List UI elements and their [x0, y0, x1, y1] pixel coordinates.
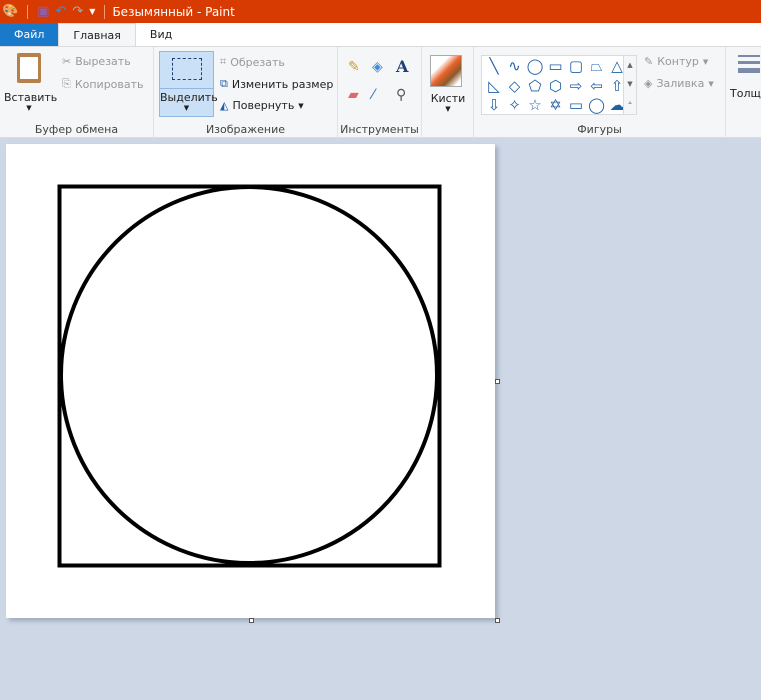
brushes-label: Кисти — [430, 92, 466, 105]
clipboard-group-label: Буфер обмена — [34, 123, 119, 136]
shapes-group: ╲ ∿ ◯ ▭ ▢ ⏢ △ ◺ ◇ ⬠ ⬡ ⇨ ⇦ ⇧ ⇩ ✧ ☆ ✡ ▭ ◯ ☁ ▲ ▼ ⩡ ✎ Контур ▼ ◈ За… — [474, 47, 726, 138]
outline-icon: ✎ — [644, 55, 654, 68]
shape-item[interactable]: ◇ — [505, 77, 525, 96]
shape-item[interactable]: ∿ — [505, 57, 525, 76]
resize-button[interactable]: ⧉ Изменить размер — [220, 77, 333, 91]
resize-handle-right[interactable] — [495, 379, 500, 384]
crop-button[interactable]: ⌗ Обрезать — [220, 55, 285, 69]
cut-button[interactable]: ✂ Вырезать — [62, 55, 131, 68]
size-button[interactable]: Толщ — [730, 55, 761, 100]
crop-icon: ⌗ — [220, 55, 227, 68]
gallery-scrollbar[interactable]: ▲ ▼ ⩡ — [623, 55, 637, 115]
scroll-down-icon[interactable]: ▼ — [624, 75, 636, 94]
customize-quick-access-icon[interactable]: ▼ — [89, 7, 95, 16]
brush-icon — [430, 55, 462, 87]
brushes-group: Кисти ▼ — [422, 47, 474, 138]
shape-item[interactable]: ⬡ — [546, 77, 566, 96]
resize-handle-corner[interactable] — [495, 618, 500, 623]
scissors-icon: ✂ — [62, 55, 72, 68]
outline-button[interactable]: ✎ Контур ▼ — [644, 55, 708, 68]
dropdown-arrow-icon: ▼ — [702, 57, 709, 66]
dropdown-arrow-icon: ▼ — [708, 79, 714, 88]
drawing-canvas[interactable] — [6, 144, 495, 618]
paint-app-icon[interactable]: 🎨 — [2, 4, 18, 19]
window-title: Безымянный - Paint — [112, 4, 235, 19]
save-icon[interactable]: ▣ — [37, 4, 49, 19]
rotate-icon: ◭ — [220, 99, 229, 112]
line-size-icon — [738, 55, 760, 73]
shape-item[interactable]: ▭ — [546, 57, 566, 76]
divider — [104, 4, 106, 19]
dropdown-arrow-icon: ▼ — [445, 105, 451, 113]
tab-view[interactable]: Вид — [136, 23, 186, 46]
fill-icon: ◈ — [644, 77, 653, 90]
divider — [27, 4, 29, 19]
fill-label: Заливка — [656, 77, 705, 90]
shape-item[interactable]: ☆ — [525, 96, 545, 115]
expand-gallery-icon[interactable]: ⩡ — [624, 94, 636, 113]
dropdown-arrow-icon: ▼ — [26, 104, 32, 112]
rotate-label: Повернуть — [232, 99, 295, 112]
resize-label: Изменить размер — [231, 77, 334, 91]
shape-item[interactable]: ▢ — [566, 57, 586, 76]
shape-item[interactable]: ◺ — [484, 77, 504, 96]
magnifier-icon[interactable]: ⚲ — [396, 87, 406, 103]
rotate-button[interactable]: ◭ Повернуть ▼ — [220, 99, 304, 112]
ribbon: Вставить ▼ ✂ Вырезать ⎘ Копировать Буфер о… — [0, 46, 761, 138]
drawn-circle — [59, 185, 439, 565]
text-icon[interactable]: A — [396, 57, 408, 76]
shape-item[interactable]: ◯ — [587, 96, 607, 115]
shape-item[interactable]: ✡ — [546, 96, 566, 115]
dropdown-arrow-icon: ▼ — [298, 101, 304, 110]
dropdown-arrow-icon: ▼ — [183, 104, 190, 112]
scroll-up-icon[interactable]: ▲ — [624, 56, 636, 75]
crop-label: Обрезать — [230, 55, 285, 69]
redo-icon[interactable]: ↷ — [72, 4, 83, 19]
tools-group: ✎ ◈ A ▰ ⁄ ⚲ Инструменты — [338, 47, 422, 138]
ribbon-tabs: Файл Главная Вид — [0, 23, 761, 46]
eraser-icon[interactable]: ▰ — [348, 87, 359, 103]
copy-icon: ⎘ — [62, 77, 71, 90]
outline-label: Контур — [657, 55, 699, 68]
color-picker-icon[interactable]: ⁄ — [372, 87, 374, 103]
image-group-label: Изображение — [205, 123, 286, 136]
tab-home[interactable]: Главная — [58, 23, 136, 46]
brushes-button[interactable]: Кисти ▼ — [430, 55, 466, 113]
drawing — [57, 184, 442, 568]
shapes-group-label: Фигуры — [577, 123, 622, 136]
fill-bucket-icon[interactable]: ◈ — [372, 59, 383, 75]
select-label: Выделить — [160, 88, 218, 104]
shape-item[interactable]: ⇨ — [566, 77, 586, 96]
resize-icon: ⧉ — [220, 77, 228, 90]
undo-icon[interactable]: ↶ — [55, 4, 66, 19]
tools-group-label: Инструменты — [340, 123, 419, 136]
shapes-gallery: ╲ ∿ ◯ ▭ ▢ ⏢ △ ◺ ◇ ⬠ ⬡ ⇨ ⇦ ⇧ ⇩ ✧ ☆ ✡ ▭ ◯ ☁ — [481, 55, 637, 115]
shape-item[interactable]: ╲ — [484, 57, 504, 76]
clipboard-icon — [17, 53, 41, 83]
selection-icon — [171, 58, 202, 80]
copy-label: Копировать — [74, 77, 144, 91]
pencil-icon[interactable]: ✎ — [348, 59, 360, 75]
title-bar: 🎨 ▣ ↶ ↷ ▼ Безымянный - Paint — [0, 0, 761, 23]
shape-item[interactable]: ⏢ — [587, 57, 607, 76]
tab-file[interactable]: Файл — [0, 23, 59, 46]
clipboard-group: Вставить ▼ ✂ Вырезать ⎘ Копировать Буфер о… — [0, 47, 154, 138]
fill-button[interactable]: ◈ Заливка ▼ — [644, 77, 714, 90]
size-label: Толщ — [730, 87, 761, 100]
shape-item[interactable]: ◯ — [525, 57, 545, 76]
shape-item[interactable]: ▭ — [566, 96, 586, 115]
shape-item[interactable]: ⬠ — [525, 77, 545, 96]
cut-label: Вырезать — [75, 55, 131, 68]
shape-item[interactable]: ⇦ — [587, 77, 607, 96]
paste-button[interactable]: Вставить ▼ — [4, 53, 58, 112]
shape-item[interactable]: ⇩ — [484, 96, 504, 115]
paste-label: Вставить — [4, 91, 58, 104]
resize-handle-bottom[interactable] — [249, 618, 254, 623]
shape-item[interactable]: ✧ — [505, 96, 525, 115]
image-group: Выделить ▼ ⌗ Обрезать ⧉ Изменить размер ◭ П… — [154, 47, 338, 138]
select-button[interactable]: Выделить ▼ — [159, 51, 218, 117]
copy-button[interactable]: ⎘ Копировать — [62, 77, 144, 91]
